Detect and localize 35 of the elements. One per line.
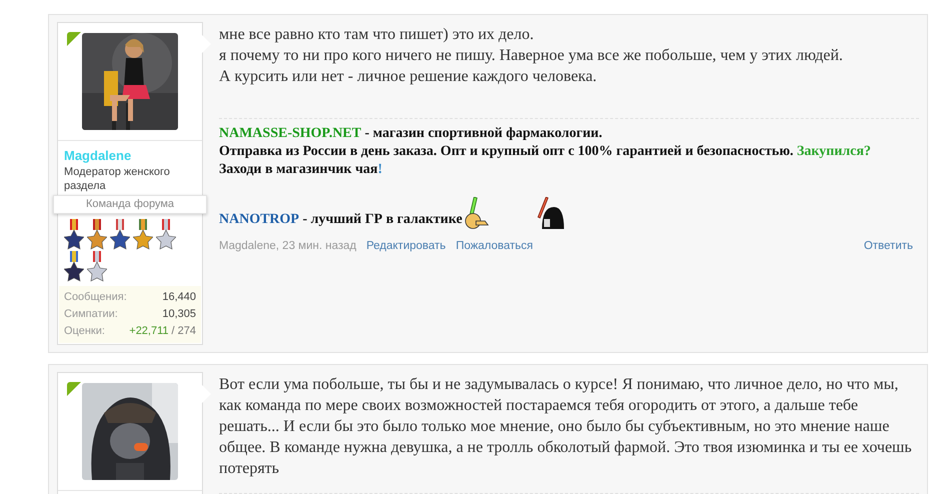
signature-link[interactable]: NAMASSE-SHOP.NET — [219, 125, 362, 143]
user-title: Модератор женского раздела — [64, 165, 171, 193]
reply-link[interactable]: Ответить — [864, 239, 913, 253]
stat-label: Симпатии: — [64, 307, 118, 322]
smiley-saber-icon — [464, 197, 490, 229]
post-meta: Magdalene, 23 мин. назад — [219, 239, 356, 253]
stat-value: 10,305 — [162, 307, 196, 322]
stat-label: Сообщения: — [64, 290, 127, 305]
action-link[interactable]: Редактировать — [366, 239, 446, 253]
signature-link[interactable]: Закупился? — [796, 143, 871, 161]
medal-icon — [133, 219, 153, 251]
medal-icon — [156, 219, 176, 251]
online-marker — [67, 382, 81, 396]
signature-link[interactable]: NANOTROP — [219, 211, 300, 229]
signature-text: Отправка из России в день заказа. Опт и крупный опт с 100% гарантией и безопасностью. — [219, 143, 794, 161]
medal-icon — [64, 251, 84, 283]
stat-value: 16,440 — [162, 290, 196, 305]
signature-text: - лучший ГР в галактике — [302, 211, 462, 229]
stat-value: +22,711 — [129, 324, 169, 339]
message-text: А курсить или нет - личное решение каждого человека. — [219, 67, 598, 87]
stat-label: Оценки: — [64, 324, 105, 339]
medal-icon — [87, 219, 107, 251]
medal-icon — [87, 251, 107, 283]
online-marker — [67, 32, 81, 46]
signature-text: - магазин спортивной фармакологии. — [364, 125, 602, 143]
signature-link[interactable]: ! — [378, 161, 382, 179]
signature-text: Заходи в магазинчик чая — [219, 161, 378, 179]
message-text: Вот если ума побольше, ты бы и не задумывалась о курсе! Я понимаю, что личное дело, но что мы, как команда по мере своих возможностей постараемся тебя огородить от этого, а дальше тебе решать... И если бы это было только мое мнение, оно было бы субъективным, но это мнение наше общее. В команде нужна девушка, а не тролль обколотый фармой. Это твоя изюминка и ты ее хочешь потерять — [219, 375, 913, 479]
action-link[interactable]: Пожаловаться — [456, 239, 534, 253]
medal-icon — [64, 219, 84, 251]
medal-icon — [110, 219, 130, 251]
message-text: я почему то ни про кого ничего не пишу. Наверное ума все же побольше, чем у этих людей. — [219, 46, 844, 66]
message-text: мне все равно кто там что пишет) это их дело. — [219, 25, 535, 45]
stat-value: / 274 — [172, 324, 196, 339]
group-banner: Команда форума — [53, 195, 207, 214]
